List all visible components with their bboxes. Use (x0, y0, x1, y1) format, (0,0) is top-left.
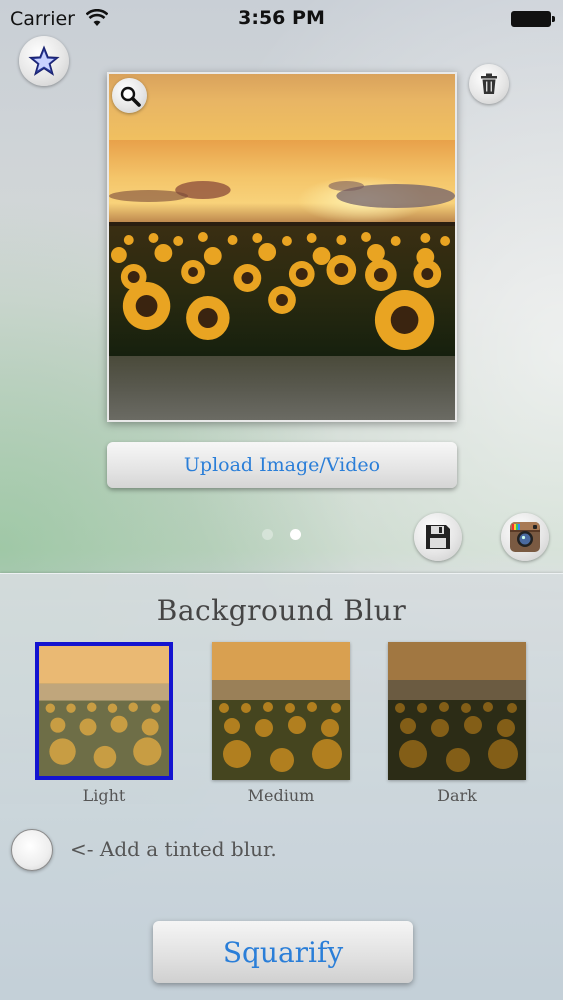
status-bar: Carrier 3:56 PM (0, 0, 563, 38)
blur-label-medium: Medium (247, 786, 315, 805)
tinted-blur-toggle[interactable] (11, 829, 53, 871)
squarify-button-label: Squarify (222, 935, 344, 969)
upload-button-label: Upload Image/Video (183, 454, 381, 476)
tinted-blur-label: <- Add a tinted blur. (70, 837, 277, 861)
page-dot-1[interactable] (262, 529, 273, 540)
floppy-disk-icon (426, 525, 450, 549)
battery-icon (511, 11, 555, 27)
preview-bottom-blur (109, 356, 455, 420)
share-button[interactable] (501, 513, 549, 561)
magnifier-icon (120, 86, 141, 107)
upload-button[interactable]: Upload Image/Video (107, 442, 457, 488)
save-button[interactable] (414, 513, 462, 561)
page-dot-2[interactable] (290, 529, 301, 540)
blur-label-dark: Dark (437, 786, 477, 805)
background-blur-title: Background Blur (156, 594, 407, 627)
trash-icon (481, 73, 497, 94)
favorite-button[interactable] (19, 36, 69, 86)
squarify-button[interactable]: Squarify (153, 921, 413, 983)
page-control[interactable] (262, 529, 306, 541)
app-screen: Carrier 3:56 PM Upload Image/Video Backg… (0, 0, 563, 1000)
blur-thumb-dark (388, 642, 526, 780)
preview-top-blur (109, 74, 455, 140)
blur-thumb-light (35, 642, 173, 780)
star-icon (28, 45, 60, 76)
delete-button[interactable] (469, 64, 509, 104)
instagram-icon (510, 522, 540, 552)
zoom-button[interactable] (112, 78, 147, 113)
blur-thumb-medium (212, 642, 350, 780)
blur-label-light: Light (82, 786, 126, 805)
sunflower-photo (109, 140, 455, 356)
clock: 3:56 PM (238, 7, 325, 29)
preview-image[interactable] (107, 72, 457, 422)
